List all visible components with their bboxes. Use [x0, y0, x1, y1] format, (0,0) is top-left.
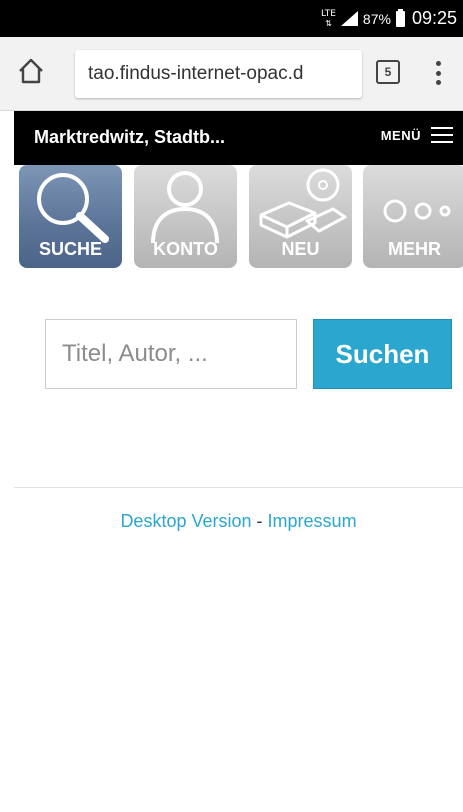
nav-tile-label: NEU	[281, 239, 320, 259]
signal-icon	[340, 11, 358, 26]
hamburger-icon	[431, 127, 453, 143]
search-input[interactable]	[45, 319, 297, 389]
link-separator: -	[256, 511, 263, 531]
books-cd-icon	[259, 168, 347, 239]
home-icon[interactable]	[17, 57, 45, 85]
nav-tile-neu[interactable]: NEU	[249, 165, 352, 268]
dot	[435, 80, 441, 85]
dot	[435, 70, 441, 76]
status-icons: LTE ⇅ 87% 09:25	[321, 0, 457, 37]
dot	[435, 61, 441, 66]
url-text: tao.findus-internet-opac.d	[88, 63, 304, 84]
impressum-link[interactable]: Impressum	[268, 511, 357, 531]
battery-percent: 87%	[362, 10, 391, 27]
nav-tile-mehr[interactable]: MEHR	[363, 165, 463, 268]
menu-button[interactable]: MENÜ	[381, 127, 453, 143]
nav-tile-label: MEHR	[388, 239, 441, 259]
nav-tiles: SUCHE KONTO NEU MEHR	[19, 165, 463, 270]
menu-label: MENÜ	[380, 127, 421, 143]
nav-tile-suche[interactable]: SUCHE	[19, 165, 122, 268]
person-icon	[151, 171, 219, 244]
site-header: Marktredwitz, Stadtb... MENÜ	[14, 111, 463, 165]
tab-switcher-button[interactable]: 5	[376, 60, 400, 84]
tab-count: 5	[384, 65, 392, 79]
address-bar[interactable]: tao.findus-internet-opac.d	[75, 50, 362, 98]
lte-icon: LTE ⇅	[320, 8, 336, 28]
battery-icon	[395, 8, 405, 27]
divider	[14, 487, 463, 488]
search-button[interactable]: Suchen	[313, 319, 452, 389]
footer-links: Desktop Version - Impressum	[14, 511, 463, 532]
browser-menu-icon[interactable]	[432, 58, 444, 88]
nav-tile-label: KONTO	[153, 239, 218, 259]
dots-icon	[383, 199, 451, 223]
library-title: Marktredwitz, Stadtb...	[34, 127, 226, 147]
network-label: LTE	[320, 8, 336, 19]
nav-tile-konto[interactable]: KONTO	[134, 165, 237, 268]
nav-tile-label: SUCHE	[38, 239, 102, 259]
status-bar: LTE ⇅ 87% 09:25	[0, 0, 463, 37]
browser-toolbar: tao.findus-internet-opac.d 5	[0, 37, 463, 111]
magnifier-icon	[37, 173, 109, 243]
clock: 09:25	[411, 8, 457, 28]
data-arrows-icon: ⇅	[325, 18, 332, 28]
desktop-version-link[interactable]: Desktop Version	[120, 511, 251, 531]
